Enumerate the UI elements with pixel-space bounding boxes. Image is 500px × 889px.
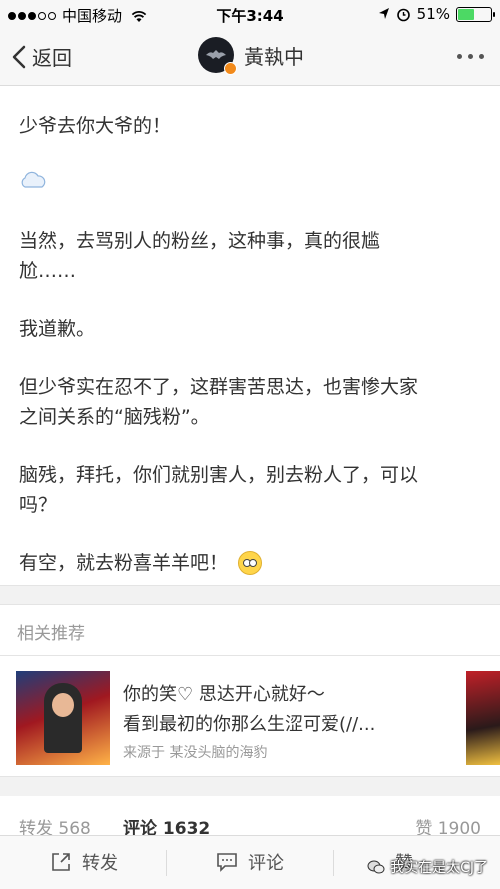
related-thumbnail[interactable] <box>16 671 110 765</box>
post-line: 之间关系的“脑残粉”。 <box>19 406 210 428</box>
status-bar: 中国移动 下午3:44 51% <box>0 0 500 28</box>
battery-icon <box>456 6 495 22</box>
wechat-icon <box>367 860 385 874</box>
share-arrow-icon <box>52 853 70 871</box>
repost-label: 转发 <box>82 853 118 874</box>
navigation-bar: 返回 黃執中 <box>0 28 500 86</box>
post-line: 有空，就去粉喜羊羊吧！ <box>19 552 229 574</box>
back-label: 返回 <box>32 46 72 70</box>
post-line: 尬…… <box>19 260 77 282</box>
related-text-line: 看到最初的你那么生涩可爱(//... <box>123 714 376 735</box>
post-paragraph: 当然，去骂别人的粉丝，这种事，真的很尴 尬…… <box>19 226 380 286</box>
battery-percent: 51% <box>416 5 450 23</box>
more-options-icon[interactable] <box>457 54 484 59</box>
section-divider <box>0 585 500 605</box>
post-paragraph: 脑残，拜托，你们就别害人，别去粉人了，可以 吗？ <box>19 460 418 520</box>
post-paragraph: 我道歉。 <box>19 318 96 340</box>
verified-badge-icon <box>224 62 237 75</box>
back-button[interactable]: 返回 <box>12 42 72 71</box>
location-arrow-icon <box>378 8 389 19</box>
author-name: 黃執中 <box>244 44 304 69</box>
related-source: 来源于 某没头脑的海豹 <box>123 745 268 761</box>
avatar[interactable] <box>198 37 237 75</box>
alarm-clock-icon <box>396 8 410 21</box>
battery-level <box>458 8 475 20</box>
comment-button[interactable]: 评论 <box>216 849 284 875</box>
comment-label: 评论 <box>248 853 284 874</box>
cloud-emoji-icon <box>19 170 47 194</box>
author-header[interactable]: 黃執中 <box>198 37 304 75</box>
watermark-text: 我实在是太CJ了 <box>390 860 488 876</box>
post-line: 脑残，拜托，你们就别害人，别去粉人了，可以 <box>19 464 419 486</box>
post-paragraph: 但少爷实在忍不了，这群害苦思达，也害惨大家 之间关系的“脑残粉”。 <box>19 372 418 432</box>
post-paragraph: 有空，就去粉喜羊羊吧！ <box>19 548 263 578</box>
post-paragraph: 少爷去你大爷的！ <box>19 115 172 137</box>
related-section-title: 相关推荐 <box>17 624 85 644</box>
post-line: 吗？ <box>19 494 58 516</box>
divider <box>166 850 167 876</box>
dizzy-face-emoji-icon <box>238 551 263 575</box>
repost-button[interactable]: 转发 <box>50 849 118 875</box>
chevron-left-icon <box>12 45 26 68</box>
watermark: 我实在是太CJ了 <box>367 857 488 877</box>
next-related-thumbnail[interactable] <box>466 671 500 765</box>
related-text-line: 你的笑♡ 思达开心就好～ <box>123 684 325 705</box>
post-line: 但少爷实在忍不了，这群害苦思达，也害惨大家 <box>19 376 419 398</box>
post-line: 当然，去骂别人的粉丝，这种事，真的很尴 <box>19 230 381 252</box>
comment-bubble-icon <box>217 853 237 872</box>
status-right: 51% <box>378 5 495 23</box>
related-card[interactable]: 你的笑♡ 思达开心就好～ 看到最初的你那么生涩可爱(//... 来源于 某没头脑… <box>0 656 500 776</box>
section-divider <box>0 776 500 796</box>
divider <box>333 850 334 876</box>
